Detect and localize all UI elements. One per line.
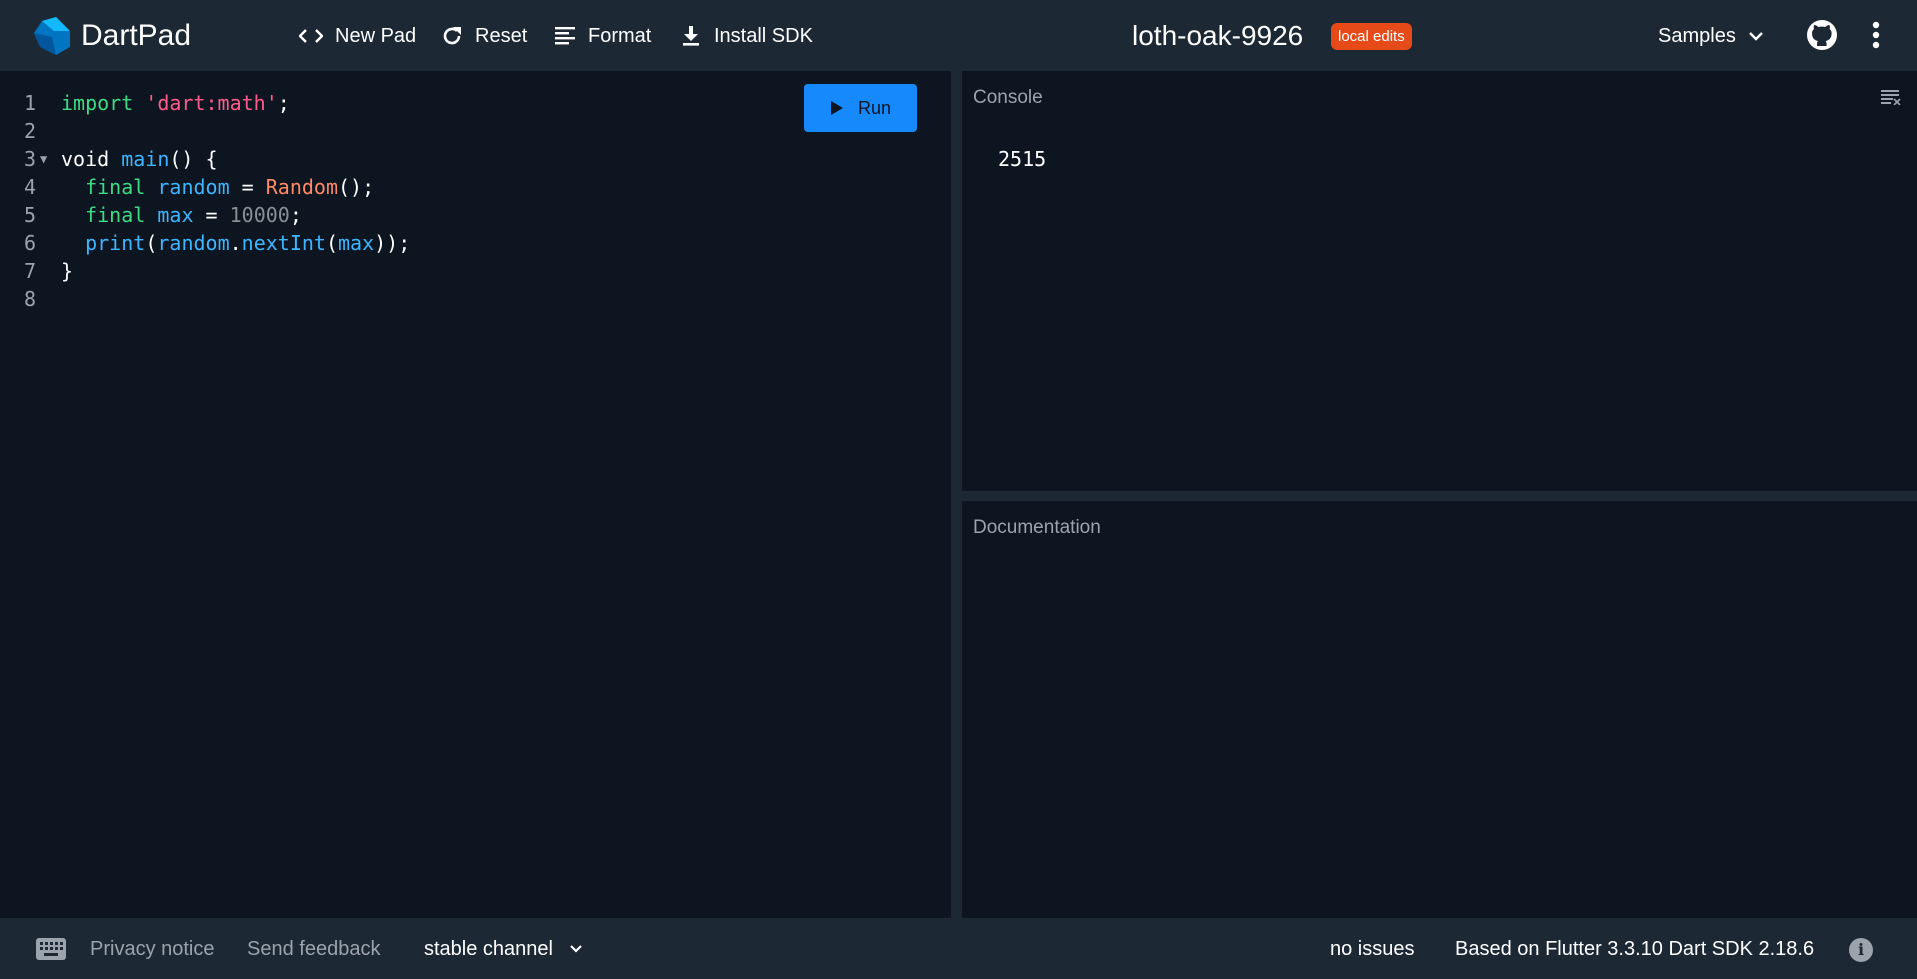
dart-logo-icon — [34, 17, 70, 55]
issues-status[interactable]: no issues — [1330, 936, 1415, 962]
code-icon — [299, 29, 323, 43]
console-title: Console — [973, 87, 1043, 108]
split-divider[interactable] — [951, 71, 962, 918]
code-line: } — [61, 259, 74, 283]
version-info: Based on Flutter 3.3.10 Dart SDK 2.18.6 — [1455, 938, 1815, 960]
console-output: 2515 — [998, 147, 1047, 171]
console-pane: Console 2515 — [962, 71, 1917, 491]
documentation-pane: Documentation — [962, 501, 1917, 918]
line-number: 4 — [24, 175, 37, 199]
refresh-icon — [443, 27, 461, 45]
reset-button[interactable]: Reset — [441, 20, 527, 52]
samples-label: Samples — [1658, 24, 1736, 47]
run-label: Run — [857, 97, 892, 118]
status-bar: Privacy notice Send feedback stable chan… — [0, 918, 1917, 979]
channel-dropdown[interactable]: stable channel — [424, 936, 583, 962]
code-line: void main() { — [61, 147, 218, 171]
run-button[interactable]: Run — [804, 84, 917, 132]
line-number: 6 — [24, 231, 37, 255]
fold-arrow-icon[interactable]: ▼ — [40, 145, 47, 173]
info-icon[interactable]: i — [1849, 938, 1873, 962]
app-header: DartPad New Pad Reset Format Install SDK… — [0, 0, 1917, 71]
samples-dropdown[interactable]: Samples — [1658, 20, 1764, 52]
chevron-down-icon — [1748, 32, 1763, 41]
send-feedback-link[interactable]: Send feedback — [247, 936, 380, 962]
brand-name: DartPad — [81, 19, 192, 52]
clear-console-icon[interactable] — [1881, 89, 1901, 105]
local-edits-badge: local edits — [1331, 23, 1412, 50]
format-align-icon — [555, 27, 575, 45]
code-line: final max = 10000; — [85, 203, 302, 227]
line-number: 7 — [24, 259, 37, 283]
new-pad-button[interactable]: New Pad — [299, 20, 416, 52]
format-button[interactable]: Format — [554, 20, 651, 52]
line-number: 2 — [24, 119, 37, 143]
documentation-title: Documentation — [973, 517, 1101, 538]
code-line: import 'dart:math'; — [61, 91, 290, 115]
pane-divider[interactable] — [962, 491, 1917, 501]
line-number: 3 — [24, 147, 37, 171]
keyboard-icon[interactable] — [36, 938, 66, 960]
format-label: Format — [588, 24, 652, 47]
new-pad-label: New Pad — [335, 24, 417, 47]
line-number: 8 — [24, 287, 37, 311]
install-sdk-button[interactable]: Install SDK — [680, 20, 813, 52]
line-number: 5 — [24, 203, 37, 227]
reset-label: Reset — [475, 24, 528, 47]
github-icon[interactable] — [1806, 19, 1838, 51]
privacy-notice-link[interactable]: Privacy notice — [90, 936, 215, 962]
install-sdk-label: Install SDK — [714, 24, 813, 47]
code-line: print(random.nextInt(max)); — [85, 231, 411, 255]
chevron-down-icon — [570, 945, 582, 953]
download-icon — [683, 26, 699, 46]
code-line: final random = Random(); — [85, 175, 375, 199]
line-number: 1 — [24, 91, 37, 115]
code-editor[interactable]: 1 2 3 ▼ 4 5 6 7 8 import 'dart:math'; vo… — [0, 71, 951, 918]
pad-name[interactable]: loth-oak-9926 — [1132, 17, 1303, 55]
play-icon — [830, 101, 843, 115]
channel-label: stable channel — [424, 938, 553, 960]
more-vert-icon[interactable] — [1872, 20, 1880, 50]
